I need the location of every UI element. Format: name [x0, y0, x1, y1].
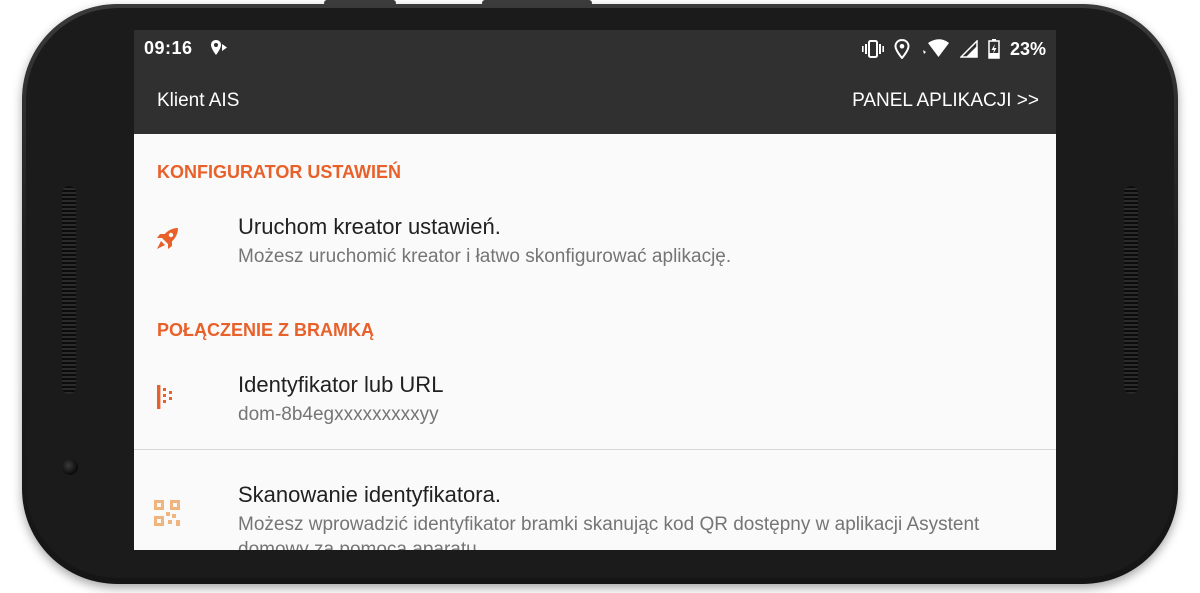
status-bar: 09:16 23%: [134, 30, 1056, 66]
battery-percent: 23%: [1009, 38, 1046, 59]
speaker-grille-left: [62, 186, 76, 394]
pref-summary: dom-8b4egxxxxxxxxxyy: [238, 404, 439, 425]
location-icon: [894, 39, 910, 59]
section-header-gateway: POŁĄCZENIE Z BRAMKĄ: [157, 320, 374, 340]
device-frame: 09:16 23% Klient AIS PANEL APLIKACJI >> …: [0, 0, 1200, 593]
location-arrow-icon: [210, 39, 228, 57]
status-icons: 23%: [861, 38, 1046, 60]
app-title: Klient AIS: [157, 90, 240, 111]
power-button: [482, 0, 592, 6]
qr-code-icon: [154, 500, 180, 526]
battery-charging-icon: [988, 39, 1000, 59]
identifier-icon: [154, 384, 180, 410]
wifi-icon: [920, 39, 950, 59]
pref-scan-id[interactable]: Skanowanie identyfikatora. Możesz wprowa…: [134, 464, 1056, 550]
pref-summary: Możesz uruchomić kreator i łatwo skonfig…: [238, 246, 732, 267]
front-camera: [62, 459, 78, 475]
section-header-configurator: KONFIGURATOR USTAWIEŃ: [157, 162, 401, 182]
pref-title: Skanowanie identyfikatora.: [238, 482, 501, 507]
pref-title: Identyfikator lub URL: [238, 372, 444, 397]
vibrate-icon: [861, 40, 884, 58]
pref-title: Uruchom kreator ustawień.: [238, 214, 501, 239]
app-bar: Klient AIS PANEL APLIKACJI >>: [134, 66, 1056, 134]
rocket-icon: [154, 226, 180, 252]
cell-signal-icon: [959, 40, 978, 58]
pref-summary: Możesz wprowadzić identyfikator bramki s…: [238, 514, 980, 550]
app-panel-button[interactable]: PANEL APLIKACJI >>: [852, 90, 1039, 112]
status-time: 09:16: [144, 38, 193, 58]
pref-gateway-id[interactable]: Identyfikator lub URL dom-8b4egxxxxxxxxx…: [134, 360, 1056, 460]
volume-button: [324, 0, 396, 6]
pref-launch-wizard[interactable]: Uruchom kreator ustawień. Możesz uruchom…: [134, 202, 1056, 302]
screen: 09:16 23% Klient AIS PANEL APLIKACJI >> …: [134, 30, 1056, 550]
settings-list: KONFIGURATOR USTAWIEŃ Uruchom kreator us…: [134, 134, 1056, 550]
list-divider: [134, 449, 1056, 450]
speaker-grille-right: [1124, 186, 1138, 394]
